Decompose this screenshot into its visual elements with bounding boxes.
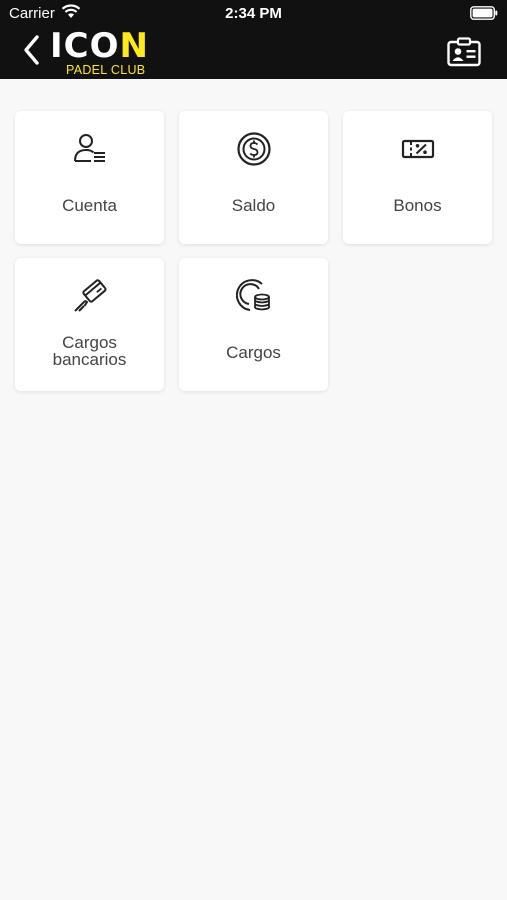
status-bar: Carrier 2:34 PM <box>0 0 507 26</box>
tile-label: Bonos <box>393 196 442 215</box>
tile-cargos[interactable]: Cargos <box>179 258 328 391</box>
tile-label-line-2: bancarios <box>52 350 127 369</box>
icon-padel-club-logo: ICON PADEL CLUB <box>50 28 162 80</box>
discount-ticket-icon <box>401 139 434 159</box>
tile-label: Cuenta <box>62 196 117 215</box>
tile-cargos-bancarios[interactable]: Cargos bancarios <box>15 258 164 391</box>
chevron-left-icon <box>24 35 39 65</box>
member-card-button[interactable] <box>447 37 481 67</box>
tile-label: Cargos <box>226 343 281 362</box>
logo-text: ICON <box>50 26 149 66</box>
logo-subtitle: PADEL CLUB <box>66 63 146 77</box>
tile-label: Cargos bancarios <box>15 334 164 368</box>
tile-saldo[interactable]: Saldo <box>179 111 328 244</box>
id-card-icon <box>447 37 481 67</box>
tile-label: Saldo <box>231 196 276 215</box>
logo-wordmark: ICON <box>50 28 149 64</box>
battery-icon <box>470 6 498 24</box>
back-button[interactable] <box>20 33 46 67</box>
credit-card-hand-icon <box>73 279 107 312</box>
status-time: 2:34 PM <box>225 5 282 22</box>
tile-cuenta[interactable]: Cuenta <box>15 111 164 244</box>
tile-bonos[interactable]: Bonos <box>343 111 492 244</box>
dollar-coin-icon <box>236 132 271 166</box>
user-list-icon <box>73 134 105 162</box>
coins-stack-icon <box>235 279 270 311</box>
top-bar: Carrier 2:34 PM ICON PADEL CLUB <box>0 0 507 79</box>
